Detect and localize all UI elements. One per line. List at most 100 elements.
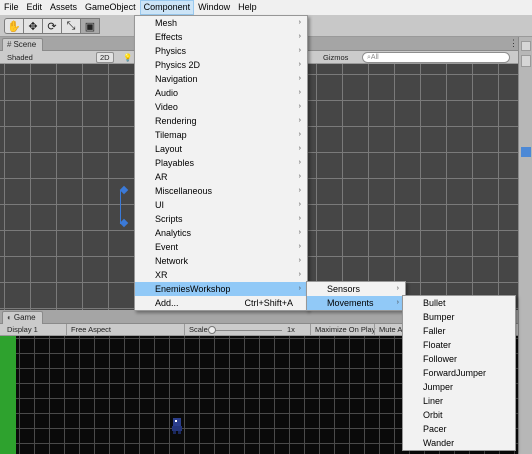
panel-menu-icon[interactable]: ⋮ (509, 38, 518, 49)
chevron-right-icon: › (298, 201, 301, 208)
menu-item-rendering[interactable]: Rendering › (135, 114, 307, 128)
menu-item-ui[interactable]: UI › (135, 198, 307, 212)
menu-item-floater[interactable]: Floater (403, 338, 515, 352)
menu-item-add[interactable]: Add... Ctrl+Shift+A (135, 296, 307, 310)
divider (66, 324, 67, 336)
menu-item-effects[interactable]: Effects › (135, 30, 307, 44)
menu-item-playables[interactable]: Playables › (135, 156, 307, 170)
menu-item-label: Network (155, 256, 189, 266)
scale-value: 1x (287, 325, 295, 334)
menu-item-pacer[interactable]: Pacer (403, 422, 515, 436)
game-ground-tile (0, 336, 16, 454)
chevron-right-icon: › (298, 159, 301, 166)
menu-item-sensors[interactable]: Sensors › (307, 282, 405, 296)
chevron-right-icon: › (298, 89, 301, 96)
gizmos-dropdown[interactable]: Gizmos (320, 52, 351, 63)
menu-item-label: Event (155, 242, 179, 252)
chevron-right-icon: › (298, 243, 301, 250)
menu-component[interactable]: Component (139, 0, 195, 15)
rotate-tool-button[interactable]: ⟳ (42, 18, 62, 34)
menu-item-label: XR (155, 270, 168, 280)
toggle-2d-button[interactable]: 2D (96, 52, 114, 63)
menu-item-video[interactable]: Video › (135, 100, 307, 114)
menu-file[interactable]: File (0, 0, 23, 15)
menu-item-liner[interactable]: Liner (403, 394, 515, 408)
scene-search-input[interactable]: ⌕All (362, 52, 510, 63)
move-icon: ✥ (28, 20, 38, 33)
chevron-right-icon: › (298, 131, 301, 138)
grid-icon: # (7, 40, 12, 49)
menu-item-label: Video (155, 102, 178, 112)
chevron-right-icon: › (298, 61, 301, 68)
menu-item-follower[interactable]: Follower (403, 352, 515, 366)
menu-item-audio[interactable]: Audio › (135, 86, 307, 100)
menu-item-event[interactable]: Event › (135, 240, 307, 254)
menu-item-miscellaneous[interactable]: Miscellaneous › (135, 184, 307, 198)
right-panel-edge (518, 37, 532, 454)
menu-gameobject[interactable]: GameObject (81, 0, 140, 15)
menu-item-label: Miscellaneous (155, 186, 213, 196)
chevron-right-icon: › (396, 285, 399, 292)
rect-tool-button[interactable]: ▣ (80, 18, 100, 34)
component-menu: Mesh › Effects › Physics › Physics 2D › Navi… (134, 15, 308, 311)
menu-item-network[interactable]: Network › (135, 254, 307, 268)
shading-mode-dropdown[interactable]: Shaded (4, 52, 36, 63)
menu-item-enemiesworkshop[interactable]: EnemiesWorkshop › (135, 282, 307, 296)
menu-item-scripts[interactable]: Scripts › (135, 212, 307, 226)
menu-assets[interactable]: Assets (46, 0, 81, 15)
display-dropdown[interactable]: Display 1 (4, 324, 41, 335)
transform-tools: ✋ ✥ ⟳ ⤡ ▣ (4, 18, 100, 34)
menu-item-faller[interactable]: Faller (403, 324, 515, 338)
right-panel-tab[interactable] (521, 41, 531, 51)
menu-item-ar[interactable]: AR › (135, 170, 307, 184)
right-panel-scrollbar[interactable] (521, 147, 531, 157)
chevron-right-icon: › (298, 173, 301, 180)
scale-slider-track[interactable] (212, 330, 282, 331)
scene-search-placeholder: All (370, 54, 379, 61)
menu-item-tilemap[interactable]: Tilemap › (135, 128, 307, 142)
hand-icon: ✋ (7, 20, 21, 33)
menu-item-shortcut: Ctrl+Shift+A (244, 298, 293, 308)
aspect-dropdown[interactable]: Free Aspect (68, 324, 114, 335)
menu-item-analytics[interactable]: Analytics › (135, 226, 307, 240)
chevron-right-icon: › (298, 187, 301, 194)
menu-window[interactable]: Window (194, 0, 234, 15)
menu-item-label: Physics 2D (155, 60, 201, 70)
menu-item-layout[interactable]: Layout › (135, 142, 307, 156)
menu-item-label: Mesh (155, 18, 178, 28)
rotate-icon: ⟳ (47, 20, 57, 33)
tab-game[interactable]: ◐ Game (2, 311, 43, 324)
maximize-on-play-toggle[interactable]: Maximize On Play (312, 324, 378, 335)
menu-edit[interactable]: Edit (23, 0, 47, 15)
move-tool-button[interactable]: ✥ (23, 18, 43, 34)
divider (184, 324, 185, 336)
chevron-right-icon: › (298, 285, 301, 292)
menu-item-physics[interactable]: Physics › (135, 44, 307, 58)
menu-bar: File Edit Assets GameObject Component Wi… (0, 0, 532, 15)
menu-item-mesh[interactable]: Mesh › (135, 16, 307, 30)
movements-submenu: Bullet Bumper Faller Floater Follower Fo… (402, 295, 516, 451)
scale-slider-knob[interactable] (208, 326, 216, 334)
menu-item-label: EnemiesWorkshop (155, 284, 231, 294)
menu-item-xr[interactable]: XR › (135, 268, 307, 282)
menu-item-bullet[interactable]: Bullet (403, 296, 515, 310)
menu-item-bumper[interactable]: Bumper (403, 310, 515, 324)
tab-scene[interactable]: # Scene (2, 38, 44, 51)
divider (310, 324, 311, 336)
chevron-right-icon: › (298, 271, 301, 278)
menu-item-label: Rendering (155, 116, 197, 126)
right-panel-button[interactable] (521, 55, 531, 67)
chevron-right-icon: › (298, 257, 301, 264)
menu-item-forwardjumper[interactable]: ForwardJumper (403, 366, 515, 380)
menu-help[interactable]: Help (234, 0, 261, 15)
menu-item-jumper[interactable]: Jumper (403, 380, 515, 394)
menu-item-movements[interactable]: Movements › (307, 296, 405, 310)
menu-item-navigation[interactable]: Navigation › (135, 72, 307, 86)
hand-tool-button[interactable]: ✋ (4, 18, 24, 34)
chevron-right-icon: › (298, 145, 301, 152)
menu-item-orbit[interactable]: Orbit (403, 408, 515, 422)
menu-item-wander[interactable]: Wander (403, 436, 515, 450)
mute-audio-toggle[interactable]: Mute A (376, 324, 405, 335)
menu-item-physics-2d[interactable]: Physics 2D › (135, 58, 307, 72)
scale-tool-button[interactable]: ⤡ (61, 18, 81, 34)
